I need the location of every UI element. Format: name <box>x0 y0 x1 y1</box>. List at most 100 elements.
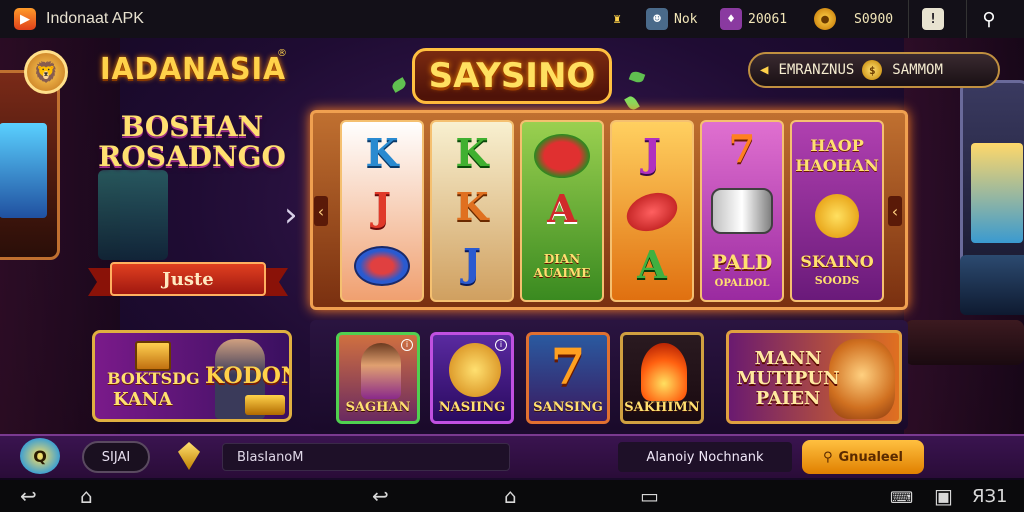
bottom-label[interactable]: Alanoiy Nochnank <box>618 442 792 472</box>
promo-card-line2: KODON <box>205 363 292 389</box>
promo-card[interactable]: BOKTSDG KODON KANA <box>92 330 292 422</box>
feature-line2: MUTIPUN <box>736 368 840 389</box>
orange-symbol-icon <box>815 194 859 238</box>
app-title: Indonaat APK <box>46 10 144 27</box>
player-name: Nok <box>674 11 698 27</box>
reel-symbol: K <box>455 130 489 175</box>
feature-line1: MANN <box>754 348 822 369</box>
game-tile[interactable]: SAKHIMN <box>620 332 704 424</box>
home-icon[interactable]: ⌂ <box>80 484 93 508</box>
sijai-button[interactable]: SIJAI <box>82 441 150 473</box>
screen-icon[interactable]: ▣ <box>934 484 953 508</box>
reel-symbol-text: HAOP <box>810 136 864 155</box>
reel-symbol: J <box>373 184 391 229</box>
chevron-left-icon: ◀ <box>760 62 769 78</box>
nav-right-text: ЯЗ1 <box>972 486 1008 507</box>
stat-two[interactable]: ● S0900 <box>814 7 893 31</box>
reel-symbol: A <box>547 186 577 231</box>
coin-icon: $ <box>862 60 883 80</box>
brand-title: IADANASIA <box>100 52 287 87</box>
reel-2: K K J <box>430 120 514 302</box>
reel-4: J A <box>610 120 694 302</box>
profile-avatar[interactable]: Q <box>20 438 60 474</box>
drum-symbol-icon <box>711 188 773 234</box>
registered-mark: ® <box>277 48 287 59</box>
app-logo-icon: ▶ <box>14 8 36 30</box>
watermelon-symbol-icon <box>534 134 590 178</box>
leaf-decoration <box>390 77 408 93</box>
reel-left-arrow-icon[interactable]: ‹ <box>314 196 328 226</box>
search-cta-button[interactable]: ⚲ Gnualeel <box>802 440 924 474</box>
search-icon: ⚲ <box>822 449 833 465</box>
background-slot-machine <box>98 170 168 260</box>
player-info[interactable]: ☻ Nok <box>646 7 697 31</box>
bowl-symbol-icon <box>354 246 410 286</box>
coin-icon: ● <box>814 8 836 30</box>
background-table <box>905 320 1024 365</box>
reel-symbol: PALD <box>711 250 773 274</box>
status-bar: ▶ Indonaat APK ♜ ☻ Nok ♦ 20061 ● S0900 !… <box>0 0 1024 38</box>
promo-card-line3: KANA <box>113 389 173 410</box>
reel-1: K J <box>340 120 424 302</box>
pill-right-text: SAMMOM <box>892 62 943 78</box>
keyboard-icon[interactable]: ⌨ <box>890 488 913 507</box>
game-tile-label: SANSING <box>533 400 603 415</box>
notification-icon[interactable]: ! <box>922 7 944 31</box>
cta-label: Gnualeel <box>838 449 904 465</box>
reel-symbol: K <box>455 184 489 229</box>
chat-input[interactable]: BlasIanoM <box>222 443 510 471</box>
red-gem-symbol-icon <box>621 186 683 238</box>
jackpot-pill[interactable]: ◀ EMRANZNUS $ SAMMOM <box>748 52 1000 88</box>
reel-6: HAOP HAOHAN SKAINO SOODS <box>790 120 884 302</box>
recents-icon[interactable]: ▭ <box>640 484 659 508</box>
reel-symbol: J <box>643 130 661 175</box>
treasure-chest-icon <box>135 341 171 371</box>
reel-5: 7 PALD OPALDOL <box>700 120 784 302</box>
promo-card-line1: BOKTSDG <box>107 369 200 388</box>
pill-left-text: EMRANZNUS <box>778 62 855 78</box>
info-icon[interactable]: i <box>401 339 413 351</box>
home-icon[interactable]: ⌂ <box>504 484 517 508</box>
lion-icon <box>449 343 501 397</box>
reel-right-arrow-icon[interactable]: ‹ <box>888 196 902 226</box>
game-tile[interactable]: i SAGHAN <box>336 332 420 424</box>
stat-one[interactable]: ♦ 20061 <box>720 7 787 31</box>
stat-two-value: S0900 <box>854 11 894 27</box>
reel-symbol-text: HAOHAN <box>795 156 879 175</box>
ribbon-button[interactable]: Juste <box>88 260 288 300</box>
game-tile[interactable]: 7 SANSING <box>526 332 610 424</box>
background-cabinet <box>960 255 1024 315</box>
reel-symbol-text: OPALDOL <box>714 278 770 289</box>
gold-bars-icon <box>245 395 285 415</box>
seven-symbol-icon: 7 <box>550 337 586 396</box>
leaf-decoration <box>624 94 640 112</box>
search-icon[interactable]: ⚲ <box>978 7 1000 31</box>
back-icon[interactable]: ↩ <box>20 484 37 508</box>
lion-logo-icon: 🦁 <box>24 50 68 94</box>
ribbon-label: Juste <box>110 262 266 296</box>
trophy-icon[interactable]: ♜ <box>606 7 628 31</box>
divider <box>966 0 967 38</box>
stat-one-value: 20061 <box>748 11 788 27</box>
reel-symbol: K <box>365 130 399 175</box>
reel-symbol: J <box>463 240 481 285</box>
back-icon[interactable]: ↩ <box>372 484 389 508</box>
game-screen: ▶ Indonaat APK ♜ ☻ Nok ♦ 20061 ● S0900 !… <box>0 0 1024 512</box>
chevron-left-icon[interactable]: › <box>284 195 298 235</box>
card-icon: ♦ <box>720 8 742 30</box>
reel-symbol: 7 <box>728 126 756 171</box>
flame-icon <box>641 343 687 401</box>
info-icon[interactable]: i <box>495 339 507 351</box>
promo-title-line1: BOSHAN <box>120 110 264 143</box>
feature-card-text: MANN MUTIPUN PAIEN <box>733 349 843 409</box>
promo-title-line2: ROSADNGO <box>98 140 286 173</box>
game-tile[interactable]: i NASIING <box>430 332 514 424</box>
reel-symbol-text: DIAN AUAIME <box>533 252 591 280</box>
divider <box>908 0 909 38</box>
feature-line3: PAIEN <box>755 388 821 409</box>
reel-3: A DIAN AUAIME <box>520 120 604 302</box>
feature-card[interactable]: MANN MUTIPUN PAIEN <box>726 330 902 424</box>
reel-symbol: A <box>637 242 667 287</box>
reel-symbol-text: SOODS <box>814 274 860 287</box>
leaf-decoration <box>628 69 646 85</box>
